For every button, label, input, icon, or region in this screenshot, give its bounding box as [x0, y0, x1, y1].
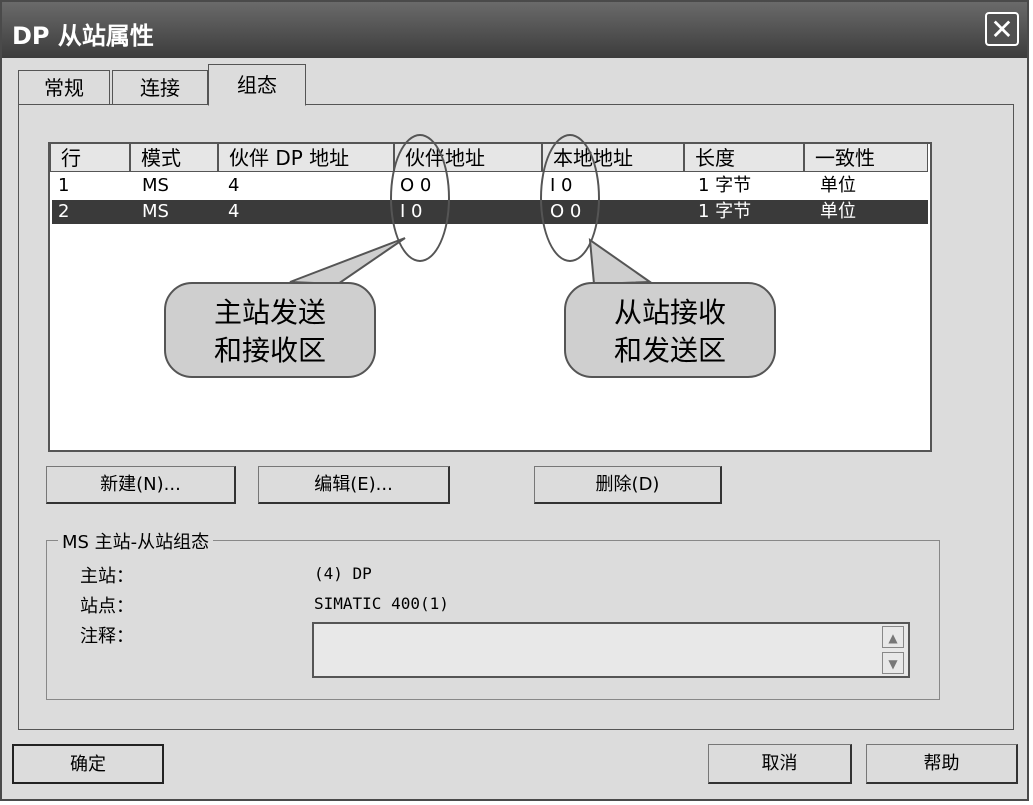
comment-field[interactable]: ▲ ▼ — [312, 622, 910, 678]
callout-line: 主站发送 — [213, 296, 326, 329]
ok-button[interactable]: 确定 — [12, 744, 164, 784]
master-value: (4) DP — [314, 564, 372, 583]
callout-line: 从站接收 — [613, 296, 726, 329]
groupbox-title: MS 主站-从站组态 — [58, 528, 214, 554]
callout-line: 和接收区 — [213, 334, 326, 367]
callout-slave-receive-send: 从站接收 和发送区 — [564, 282, 776, 378]
cancel-button[interactable]: 取消 — [708, 744, 852, 784]
delete-button[interactable]: 删除(D) — [534, 466, 722, 504]
edit-button[interactable]: 编辑(E)... — [258, 466, 450, 504]
callout-pointer-right — [588, 237, 654, 286]
station-value: SIMATIC 400(1) — [314, 594, 449, 613]
tab-configuration[interactable]: 组态 — [208, 64, 306, 106]
scroll-down-icon[interactable]: ▼ — [882, 652, 904, 674]
master-label: 主站： — [80, 566, 134, 587]
scroll-up-icon[interactable]: ▲ — [882, 626, 904, 648]
help-button[interactable]: 帮助 — [866, 744, 1018, 784]
callout-pointer-left — [289, 237, 406, 286]
new-button[interactable]: 新建(N)... — [46, 466, 236, 504]
station-label: 站点： — [80, 596, 134, 617]
callout-line: 和发送区 — [613, 334, 726, 367]
callout-master-send-receive: 主站发送 和接收区 — [164, 282, 376, 378]
comment-label: 注释： — [80, 626, 134, 647]
